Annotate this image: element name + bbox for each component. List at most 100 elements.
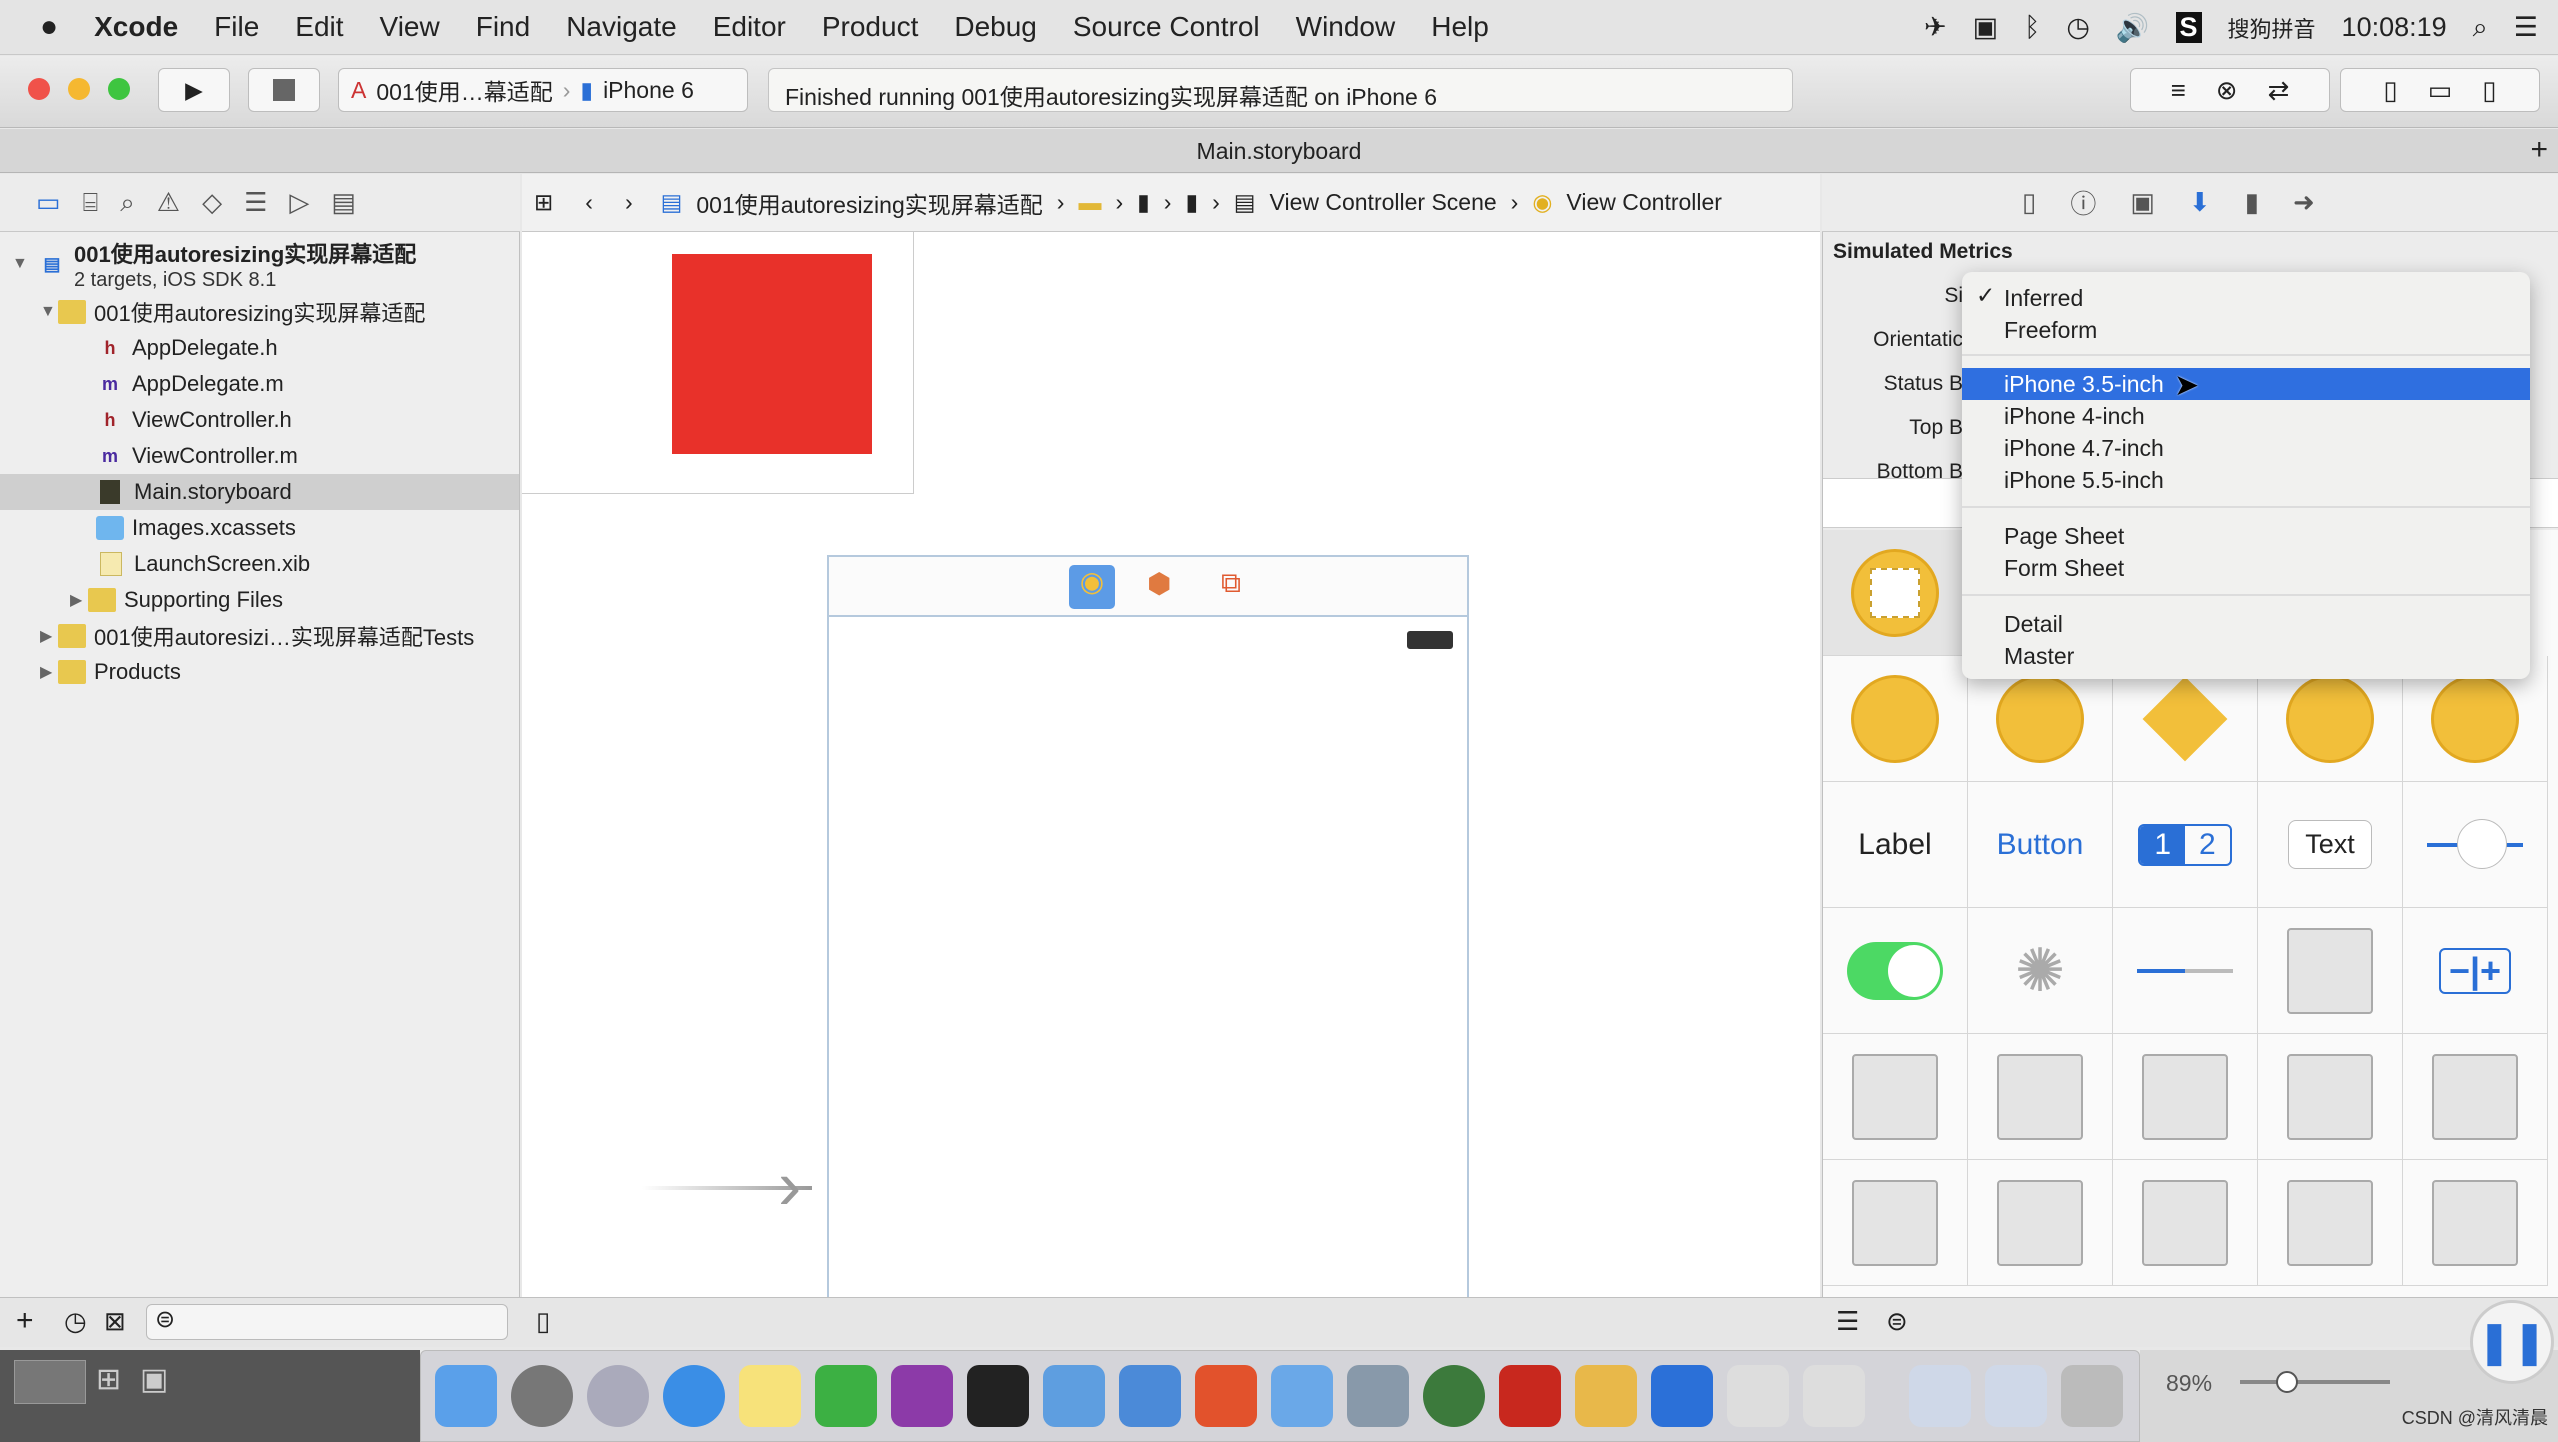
view-controller-dock-icon[interactable]: ◉ (1069, 565, 1115, 609)
version-editor-icon[interactable]: ⇄ (2268, 75, 2290, 106)
menu-item-iphone-5-5[interactable]: iPhone 5.5-inch (1962, 464, 2530, 496)
storyboard-icon[interactable]: ▮ (1185, 189, 1198, 216)
filter-input[interactable]: ⊜ (146, 1304, 508, 1340)
issue-navigator-icon[interactable]: ⚠ (157, 187, 180, 218)
document-outline-toggle-icon[interactable]: ▯ (536, 1306, 550, 1337)
library-view-controller[interactable] (1823, 530, 1968, 656)
tab-main-storyboard[interactable]: Main.storyboard + (0, 129, 2558, 173)
file-launchscreen-xib[interactable]: LaunchScreen.xib (0, 546, 519, 582)
finder-icon[interactable] (435, 1365, 497, 1427)
jump-project[interactable]: 001使用autoresizing实现屏幕适配 (696, 186, 1042, 220)
terminal-icon[interactable] (967, 1365, 1029, 1427)
previous-scene[interactable] (522, 232, 914, 494)
menu-window[interactable]: Window (1278, 11, 1414, 43)
file-icon[interactable]: ▮ (1137, 189, 1150, 216)
close-button[interactable] (28, 78, 50, 100)
project-navigator-icon[interactable]: ▭ (36, 187, 61, 218)
exit-icon[interactable]: ⧉ (1221, 567, 1241, 600)
jump-scene[interactable]: View Controller Scene (1270, 189, 1497, 216)
library-collection-view[interactable] (2258, 1034, 2403, 1160)
volume-icon[interactable]: 🔊 (2116, 12, 2150, 44)
menu-item-master[interactable]: Master (1962, 640, 2530, 672)
disclosure-closed-icon[interactable]: ▶ (40, 662, 58, 682)
menu-source-control[interactable]: Source Control (1055, 11, 1278, 43)
menu-app[interactable]: Xcode (76, 11, 196, 43)
first-responder-icon[interactable]: ⬢ (1147, 567, 1171, 600)
library-picker-view[interactable] (2403, 1160, 2548, 1286)
menu-help[interactable]: Help (1413, 11, 1507, 43)
forward-icon[interactable]: › (625, 189, 633, 216)
group-products[interactable]: ▶ Products (0, 654, 519, 690)
red-view[interactable] (672, 254, 872, 454)
library-storyboard-reference[interactable] (1823, 656, 1968, 782)
time-machine-icon[interactable]: ◷ (2066, 12, 2090, 43)
group-main[interactable]: ▼ 001使用autoresizing实现屏幕适配 (0, 294, 519, 330)
debug-navigator-icon[interactable]: ☰ (244, 187, 267, 218)
identity-inspector-icon[interactable]: ▣ (2130, 187, 2155, 218)
camera-icon[interactable]: ▣ (1973, 12, 1999, 43)
xcode-icon[interactable] (1043, 1365, 1105, 1427)
utilities-toggle-icon[interactable]: ▯ (2482, 75, 2496, 106)
zoom-button[interactable] (108, 78, 130, 100)
menu-item-detail[interactable]: Detail (1962, 608, 2530, 640)
attributes-inspector-icon[interactable]: ⬇ (2189, 187, 2211, 218)
menu-item-freeform[interactable]: Freeform (1962, 314, 2530, 346)
launchpad-icon[interactable] (587, 1365, 649, 1427)
back-icon[interactable]: ‹ (585, 189, 593, 216)
breakpoint-navigator-icon[interactable]: ▷ (289, 187, 309, 218)
file-viewcontroller-h[interactable]: h ViewController.h (0, 402, 519, 438)
apple-icon[interactable]: ● (0, 10, 76, 44)
menu-item-inferred[interactable]: Inferred (1962, 282, 2530, 314)
library-reusable-view[interactable] (1823, 1160, 1968, 1286)
related-items-icon[interactable]: ⊞ (534, 189, 553, 216)
library-filter-icon[interactable]: ⊜ (1886, 1306, 1908, 1337)
add-icon[interactable]: + (16, 1304, 34, 1338)
library-stepper[interactable]: −|+ (2403, 908, 2548, 1034)
media-icon[interactable] (1347, 1365, 1409, 1427)
disclosure-open-icon[interactable]: ▼ (12, 255, 30, 273)
downloads-stack-icon[interactable] (1909, 1365, 1971, 1427)
screenshot-icon[interactable] (1271, 1365, 1333, 1427)
test-navigator-icon[interactable]: ◇ (202, 187, 222, 218)
library-text-field[interactable]: Text (2258, 782, 2403, 908)
excel-icon[interactable] (815, 1365, 877, 1427)
disclosure-open-icon[interactable]: ▼ (40, 303, 58, 321)
notification-icon[interactable]: ☰ (2514, 12, 2538, 43)
library-scroll-view[interactable] (2113, 1160, 2258, 1286)
file-main-storyboard[interactable]: Main.storyboard (0, 474, 519, 510)
pause-overlay-button[interactable]: ❚❚ (2470, 1300, 2554, 1384)
folder-icon[interactable]: ▬ (1078, 189, 1101, 216)
library-segmented-control[interactable]: 12 (2113, 782, 2258, 908)
find-navigator-icon[interactable]: ⌕ (120, 187, 135, 219)
powerpoint-icon[interactable] (1195, 1365, 1257, 1427)
bluetooth-icon[interactable]: ᛒ (2024, 12, 2040, 43)
zoom-slider[interactable] (2240, 1371, 2390, 1393)
file-images-xcassets[interactable]: Images.xcassets (0, 510, 519, 546)
library-button[interactable]: Button (1968, 782, 2113, 908)
storyboard-canvas[interactable]: ◉ ⬢ ⧉ › (522, 232, 1820, 1300)
report-navigator-icon[interactable]: ▤ (331, 187, 356, 218)
library-date-picker[interactable] (2258, 1160, 2403, 1286)
menu-find[interactable]: Find (458, 11, 548, 43)
run-button[interactable]: ▶ (158, 68, 230, 112)
menu-item-iphone-3-5[interactable]: iPhone 3.5-inch (1962, 368, 2530, 400)
menu-editor[interactable]: Editor (695, 11, 804, 43)
view-toggle-segmented[interactable]: ▯ ▭ ▯ (2340, 68, 2540, 112)
menu-product[interactable]: Product (804, 11, 937, 43)
scm-filter-icon[interactable]: ⊠ (104, 1306, 126, 1337)
input-method-icon[interactable]: S (2175, 12, 2202, 43)
file-viewcontroller-m[interactable]: m ViewController.m (0, 438, 519, 474)
standard-editor-icon[interactable]: ≡ (2171, 75, 2186, 106)
textedit-icon[interactable] (1727, 1365, 1789, 1427)
library-image-view[interactable] (2113, 1034, 2258, 1160)
menu-view[interactable]: View (362, 11, 458, 43)
clock[interactable]: 10:08:19 (2342, 12, 2447, 43)
menu-item-iphone-4-7[interactable]: iPhone 4.7-inch (1962, 432, 2530, 464)
airplane-icon[interactable]: ✈ (1924, 12, 1947, 43)
jump-controller[interactable]: View Controller (1566, 189, 1722, 216)
stop-button[interactable] (248, 68, 320, 112)
size-inspector-icon[interactable]: ▮ (2245, 187, 2259, 218)
editor-mode-segmented[interactable]: ≡ ⊗ ⇄ (2130, 68, 2330, 112)
quick-help-icon[interactable]: ⓘ (2070, 184, 2096, 221)
group-tests[interactable]: ▶ 001使用autoresizi…实现屏幕适配Tests (0, 618, 519, 654)
